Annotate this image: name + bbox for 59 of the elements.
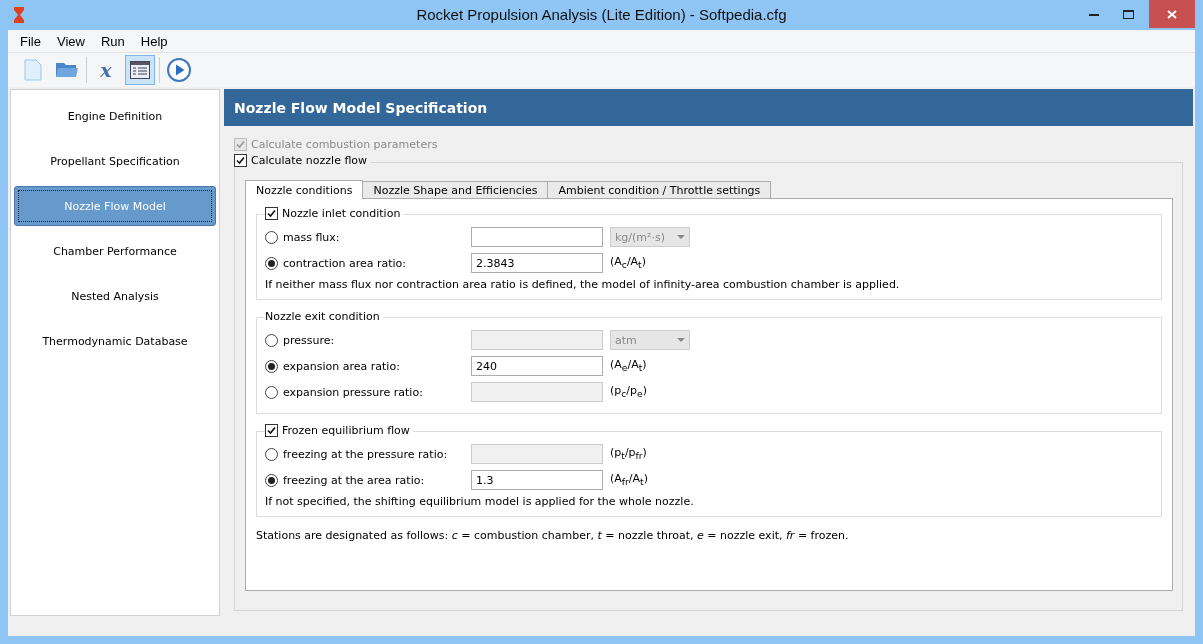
caret-icon [677, 338, 685, 342]
unit-label: (p$_{t}$/p$_{fr}$) [610, 446, 647, 462]
radio-button[interactable] [265, 256, 278, 270]
radio-label: pressure: [283, 333, 335, 347]
unit-label: (A$_{e}$/A$_{t}$) [610, 358, 647, 374]
input-field[interactable]: 240 [471, 356, 603, 376]
play-icon [167, 58, 191, 82]
list-window-icon [130, 61, 150, 79]
tab[interactable]: Nozzle Shape and Efficiencies [362, 181, 549, 199]
checkbox[interactable] [265, 424, 278, 437]
radio-button[interactable] [265, 359, 278, 373]
close-icon [1167, 9, 1177, 19]
unit-label: (A$_{fr}$/A$_{t}$) [610, 472, 648, 488]
tab[interactable]: Ambient condition / Throttle settings [547, 181, 772, 199]
radio-label: contraction area ratio: [283, 256, 407, 270]
sidebar-item[interactable]: Nested Analysis [14, 276, 216, 316]
menu-item[interactable]: View [48, 33, 93, 49]
note-text: If not specified, the shifting equilibrium model is applied for the whole nozzle. [265, 495, 695, 508]
radio-label: mass flux: [283, 230, 340, 244]
checkbox[interactable] [265, 207, 278, 220]
app-icon [13, 7, 25, 23]
toolbar-button[interactable] [164, 55, 194, 85]
radio-label: freezing at the area ratio: [283, 473, 425, 487]
input-field[interactable]: 2.3843 [471, 253, 603, 273]
unit-label: (A$_{c}$/A$_{t}$) [610, 255, 646, 271]
group-title: Nozzle inlet condition [282, 207, 401, 220]
maximize-icon [1122, 9, 1134, 19]
group-title: Nozzle exit condition [265, 310, 380, 323]
radio-button[interactable] [265, 230, 278, 244]
menu-item[interactable]: Help [132, 33, 176, 49]
sidebar-item[interactable]: Engine Definition [14, 96, 216, 136]
input-field[interactable]: 1.3 [471, 470, 603, 490]
sidebar-item[interactable]: Propellant Specification [14, 141, 216, 181]
group-title: Frozen equilibrium flow [282, 424, 410, 437]
checkbox-label: Calculate nozzle flow [251, 154, 368, 167]
new-file-icon [23, 59, 43, 81]
radio-label: expansion pressure ratio: [283, 385, 423, 399]
footnote-text: Stations are designated as follows: c = combustion chamber, t = nozzle throat, e = nozzle exit, fr = frozen. [256, 529, 850, 542]
tab[interactable]: Nozzle conditions [245, 180, 364, 199]
formula-x-label: x [100, 59, 112, 81]
caret-icon [677, 235, 685, 239]
sidebar-item[interactable]: Thermodynamic Database [14, 321, 216, 361]
unit-label: (p$_{c}$/p$_{e}$) [610, 384, 647, 400]
radio-label: freezing at the pressure ratio: [283, 447, 448, 461]
toolbar-button[interactable]: x [91, 55, 121, 85]
menu-item[interactable]: File [12, 33, 49, 49]
minimize-icon [1089, 12, 1099, 16]
sidebar-item[interactable]: Chamber Performance [14, 231, 216, 271]
checkbox-label: Calculate combustion parameters [251, 138, 438, 151]
panel-header: Nozzle Flow Model Specification [224, 89, 1193, 126]
window-title: Rocket Propulsion Analysis (Lite Edition) - Softpedia.cfg [416, 6, 787, 23]
folder-icon [55, 61, 79, 79]
radio-label: expansion area ratio: [283, 359, 400, 373]
note-text: If neither mass flux nor contraction area ratio is defined, the model of infinity-area combustion chamber is applied. [265, 278, 901, 291]
radio-button[interactable] [265, 473, 278, 487]
input-field[interactable] [471, 227, 603, 247]
toolbar-button[interactable] [125, 55, 155, 85]
checkbox[interactable] [234, 154, 247, 167]
menu-item[interactable]: Run [92, 33, 133, 49]
